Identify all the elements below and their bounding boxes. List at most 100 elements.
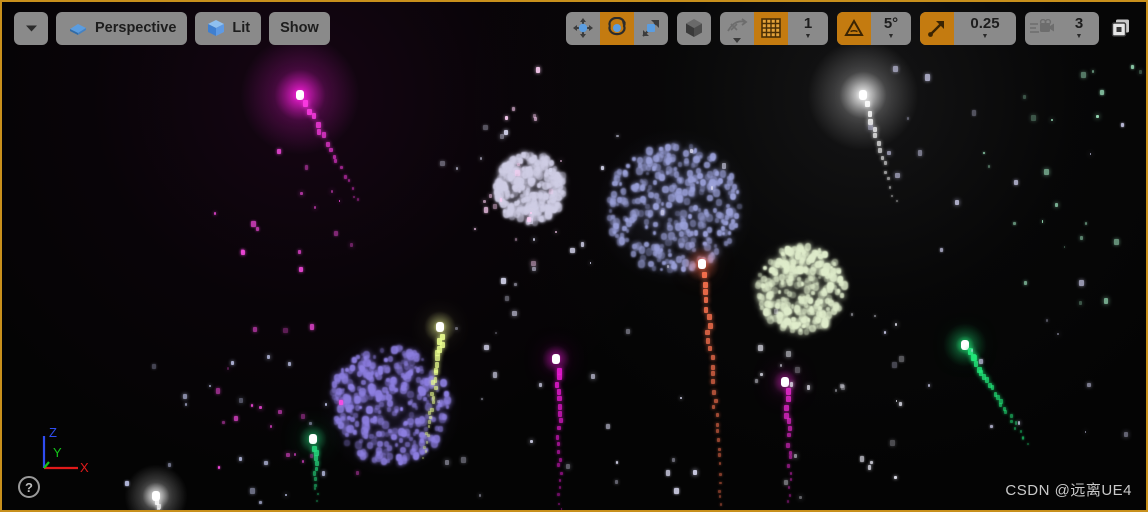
angle-snap-value[interactable]: 5° ▼ [871, 12, 911, 45]
rocket-magenta-mid-trail-dot [555, 435, 560, 440]
rocket-green-bottom-left-trail-dot [316, 492, 319, 496]
angle-snap-button[interactable] [837, 11, 871, 45]
watermark-text: CSDN @远离UE4 [1005, 482, 1132, 499]
ambient-ember [988, 165, 991, 169]
rocket-red-trail-trail-dot [710, 378, 715, 384]
coordinate-system-button[interactable] [677, 11, 711, 45]
grid-snap-button[interactable] [754, 11, 788, 45]
help-button[interactable]: ? [18, 476, 40, 498]
rocket-yellow-trail-trail-dot [435, 362, 440, 368]
rocket-magenta-top-trail-dot [334, 159, 338, 164]
ambient-ember [349, 242, 354, 248]
ambient-ember [660, 210, 665, 216]
ambient-ember [512, 311, 517, 317]
ambient-ember [1054, 202, 1059, 207]
surface-snap-button[interactable] [720, 12, 754, 45]
rocket-magenta-top-trail-dot [316, 122, 321, 129]
axis-x-label: X [80, 460, 89, 474]
rocket-yellow-trail-head [436, 322, 444, 332]
ambient-ember [906, 117, 910, 120]
ambient-ember [1046, 319, 1049, 322]
ambient-ember [484, 344, 489, 350]
scale-snap-button[interactable] [920, 11, 954, 45]
rocket-red-trail-trail-dot [714, 398, 718, 403]
rocket-red-trail-trail-dot [708, 346, 713, 352]
ambient-ember [1078, 301, 1082, 305]
rocket-yellow-trail-trail-dot [434, 385, 438, 391]
rocket-magenta-top-head [296, 90, 304, 100]
rocket-magenta-mid-trail-dot [556, 450, 561, 455]
camera-speed-button[interactable] [1025, 12, 1059, 45]
rocket-magenta-low-trail-dot [787, 432, 791, 438]
rocket-red-trail-trail-dot [703, 307, 709, 314]
ambient-ember [884, 331, 886, 334]
rocket-magenta-low-trail-dot [787, 464, 790, 469]
rocket-red-trail-trail-dot [703, 297, 709, 304]
rocket-magenta-mid-trail-dot [557, 493, 560, 496]
ambient-ember [892, 66, 898, 73]
scale-snap-value[interactable]: 0.25 ▼ [954, 12, 1016, 45]
ambient-ember [1121, 123, 1125, 127]
ambient-ember [840, 384, 844, 389]
ambient-ember [293, 453, 296, 456]
ambient-ember [940, 247, 943, 252]
ambient-ember [215, 387, 221, 394]
ambient-ember [226, 367, 229, 371]
rocket-magenta-low-trail-dot [787, 425, 792, 431]
show-flags-button[interactable]: Show [269, 11, 330, 45]
ambient-ember [526, 216, 532, 223]
ambient-ember [489, 194, 493, 198]
level-viewport[interactable]: Perspective Lit Show 1 ▼ 5° ▼ 0.25 ▼ 3 ▼… [0, 0, 1148, 512]
ambient-ember [532, 238, 535, 242]
rocket-magenta-mid-trail-dot [558, 486, 562, 490]
rocket-magenta-mid-trail-dot [557, 404, 562, 410]
ambient-ember [899, 356, 904, 362]
ambient-ember [500, 134, 504, 139]
rocket-red-trail-trail-dot [711, 354, 715, 360]
ambient-ember [978, 358, 983, 365]
ambient-ember [721, 162, 727, 169]
rocket-red-trail-trail-dot [716, 438, 720, 442]
ambient-ember [444, 459, 450, 465]
rotate-mode-button[interactable] [600, 11, 634, 45]
ambient-ember [1051, 118, 1053, 121]
ambient-ember [1096, 114, 1099, 118]
rocket-yellow-trail-trail-dot [431, 399, 435, 404]
view-perspective-button[interactable]: Perspective [56, 11, 188, 45]
angle-icon [844, 18, 864, 36]
ambient-ember [284, 493, 287, 497]
viewport-render-surface[interactable] [2, 2, 1146, 510]
rocket-magenta-mid-head [552, 354, 560, 364]
ambient-ember [221, 420, 225, 425]
rocket-green-bottom-left-trail-dot [313, 471, 317, 476]
ambient-ember [1044, 169, 1049, 175]
rocket-red-trail-trail-dot [711, 405, 716, 410]
ambient-ember [1139, 70, 1143, 75]
ambient-ember [152, 364, 156, 369]
ambient-ember [287, 362, 292, 366]
rocket-green-right-trail-dot [1009, 419, 1013, 424]
view-mode-lit-button[interactable]: Lit [195, 11, 262, 45]
camera-speed-value-label: 3 [1074, 15, 1084, 32]
ambient-ember [529, 211, 532, 214]
ambient-ember [615, 460, 619, 464]
camera-speed-value[interactable]: 3 ▼ [1059, 12, 1099, 45]
rocket-white-top-trail-dot [877, 141, 882, 147]
ambient-ember [834, 389, 838, 393]
ambient-ember [784, 480, 789, 486]
maximize-viewport-button[interactable] [1108, 15, 1134, 41]
ambient-ember [851, 313, 854, 316]
ambient-ember [480, 397, 483, 401]
chevron-down-icon [733, 37, 741, 43]
viewport-options-button[interactable] [14, 11, 48, 45]
rocket-green-right-trail-dot [1009, 413, 1013, 418]
grid-snap-value[interactable]: 1 ▼ [788, 12, 828, 45]
ambient-ember [1023, 280, 1027, 285]
ambient-ember [124, 480, 129, 486]
ambient-ember [259, 500, 262, 505]
ambient-ember [304, 165, 309, 171]
translate-mode-button[interactable] [566, 12, 600, 45]
scale-mode-button[interactable] [634, 12, 668, 45]
ambient-ember [779, 364, 782, 367]
ambient-ember [887, 151, 891, 156]
